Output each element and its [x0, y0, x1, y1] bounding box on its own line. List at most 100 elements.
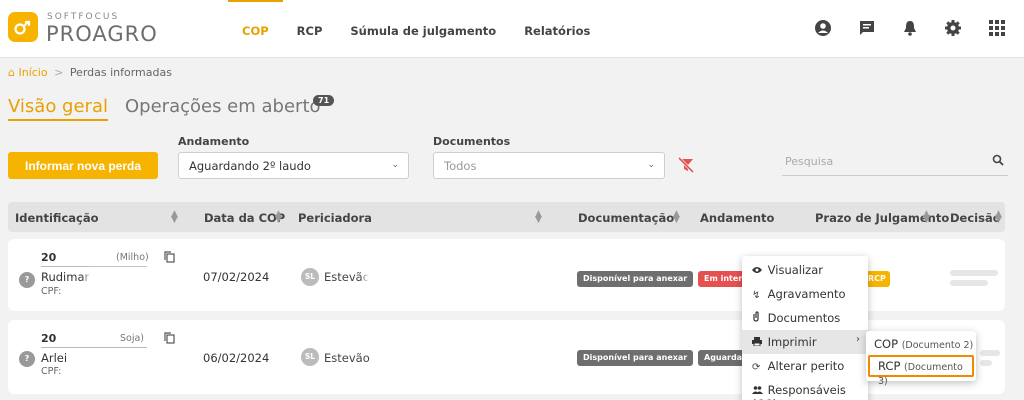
- top-bar: SOFTFOCUS PROAGRO COP RCP Súmula de julg…: [0, 0, 1024, 58]
- loading-placeholder: [950, 270, 998, 276]
- bell-icon[interactable]: [899, 17, 921, 39]
- row-producer-name: Rudimar: [41, 270, 90, 284]
- nav-cop[interactable]: COP: [228, 0, 283, 58]
- sort-icon[interactable]: ▲ ▼: [535, 210, 542, 225]
- gear-icon[interactable]: [942, 17, 964, 39]
- refresh-icon: ⟳: [752, 362, 761, 373]
- col-documentacao[interactable]: Documentação: [578, 211, 674, 225]
- status-filter-label: Andamento: [178, 135, 250, 148]
- breadcrumb-separator: >: [54, 66, 64, 79]
- tab-open-operations[interactable]: Operações em aberto: [125, 96, 321, 117]
- printer-icon: [752, 337, 764, 349]
- brand-logo[interactable]: [8, 12, 38, 42]
- open-operations-count-badge: 71: [313, 95, 335, 106]
- lightning-icon: ↯: [752, 290, 761, 301]
- menu-item-label: Visualizar: [767, 263, 823, 277]
- col-identificacao[interactable]: Identificação: [15, 211, 99, 225]
- menu-item-responsaveis[interactable]: Responsáveis (CC): [742, 378, 868, 400]
- brand-product: PROAGRO: [46, 22, 158, 46]
- search-field[interactable]: Pesquisa: [782, 152, 1008, 176]
- row-producer-name: Arlei: [41, 351, 68, 365]
- copy-icon[interactable]: [164, 332, 175, 347]
- row-perito: Estevão: [324, 270, 370, 284]
- submenu-item-rcp[interactable]: RCP (Documento 3): [868, 355, 974, 387]
- row-id: 20: [41, 332, 57, 345]
- user-circle-icon[interactable]: [812, 17, 834, 39]
- row-perito: Estevão: [324, 351, 370, 365]
- tab-overview[interactable]: Visão geral: [8, 96, 108, 121]
- row-crop-tag: (Milho): [116, 252, 149, 263]
- sort-icon[interactable]: ▲ ▼: [923, 210, 930, 225]
- divider: [41, 266, 147, 267]
- logo-icon: [14, 20, 31, 35]
- apps-grid-icon[interactable]: [986, 17, 1008, 39]
- submenu-item-label: COP: [874, 337, 899, 351]
- nav-relatorios[interactable]: Relatórios: [510, 0, 604, 58]
- row-cpf-label: CPF:: [41, 286, 62, 297]
- avatar: SL: [301, 268, 319, 286]
- row-cpf-label: CPF:: [41, 366, 62, 377]
- redacted: [368, 273, 426, 283]
- menu-item-label: Agravamento: [767, 287, 846, 301]
- menu-item-alterar-perito[interactable]: ⟳ Alterar perito: [742, 354, 868, 378]
- menu-item-visualizar[interactable]: Visualizar: [742, 258, 868, 282]
- chevron-right-icon: ›: [856, 334, 860, 345]
- menu-item-label: Responsáveis (CC): [752, 383, 846, 400]
- submenu-item-cop[interactable]: COP (Documento 2): [866, 337, 976, 351]
- col-data-cop[interactable]: Data da COP: [204, 211, 285, 225]
- breadcrumb: ⌂ Início > Perdas informadas: [8, 66, 172, 79]
- paperclip-icon: [752, 311, 764, 325]
- sort-icon[interactable]: ▲ ▼: [275, 210, 282, 225]
- docs-filter-label: Documentos: [433, 135, 511, 148]
- chat-icon[interactable]: [856, 17, 878, 39]
- row-context-menu: Visualizar ↯ Agravamento Documentos Impr…: [742, 256, 868, 400]
- col-decisao[interactable]: Decisão: [950, 211, 1001, 225]
- clear-filter-icon[interactable]: [677, 156, 695, 177]
- doc-status-badge: Disponível para anexar: [577, 271, 694, 287]
- redacted: [90, 273, 154, 283]
- table-header: Identificação ▲ ▼ Data da COP ▲ ▼ Periciad…: [8, 202, 1005, 232]
- avatar: SL: [301, 348, 319, 366]
- breadcrumb-home[interactable]: Início: [18, 66, 47, 79]
- menu-item-agravamento[interactable]: ↯ Agravamento: [742, 282, 868, 306]
- loading-placeholder: [980, 350, 1000, 356]
- docs-filter-value: Todos: [444, 159, 477, 173]
- submenu-item-label: RCP: [878, 359, 901, 373]
- submenu-item-detail: (Documento 2): [901, 340, 974, 351]
- loading-placeholder: [980, 360, 992, 366]
- menu-item-documentos[interactable]: Documentos: [742, 306, 868, 330]
- copy-icon[interactable]: [164, 251, 175, 266]
- brand-company: SOFTFOCUS: [47, 12, 120, 22]
- menu-item-imprimir[interactable]: Imprimir ›: [742, 330, 868, 354]
- chevron-down-icon: ⌄: [391, 160, 399, 170]
- print-submenu: COP (Documento 2) RCP (Documento 3): [866, 331, 976, 387]
- redacted: [78, 288, 134, 298]
- row-date: 06/02/2024: [203, 351, 270, 365]
- sort-icon[interactable]: ▲ ▼: [995, 210, 1002, 225]
- status-badge: Aguardan: [698, 350, 746, 366]
- row-id: 20: [41, 251, 57, 264]
- eye-icon: [752, 266, 764, 277]
- home-icon[interactable]: ⌂: [8, 66, 15, 79]
- deadline-badge: RCP: [866, 271, 890, 287]
- new-loss-button[interactable]: Informar nova perda: [8, 152, 158, 179]
- doc-status-badge: Disponível para anexar: [577, 350, 694, 366]
- people-icon: [752, 386, 764, 397]
- nav-rcp[interactable]: RCP: [283, 0, 337, 58]
- sort-icon[interactable]: ▲ ▼: [673, 210, 680, 225]
- status-filter-select[interactable]: Aguardando 2º laudo ⌄: [178, 152, 409, 179]
- col-periciadora[interactable]: Periciadora: [298, 211, 372, 225]
- col-andamento[interactable]: Andamento: [700, 211, 774, 225]
- divider: [41, 347, 147, 348]
- search-icon[interactable]: [992, 154, 1004, 169]
- chevron-down-icon: ⌄: [647, 160, 655, 170]
- sort-icon[interactable]: ▲ ▼: [171, 210, 178, 225]
- breadcrumb-current: Perdas informadas: [69, 66, 172, 79]
- avatar: ?: [19, 351, 35, 367]
- docs-filter-select[interactable]: Todos ⌄: [433, 152, 665, 179]
- row-crop-tag: Soja): [120, 333, 145, 344]
- avatar: ?: [19, 272, 35, 288]
- search-input[interactable]: Pesquisa: [785, 155, 833, 168]
- status-filter-value: Aguardando 2º laudo: [189, 159, 311, 173]
- nav-sumula[interactable]: Súmula de julgamento: [336, 0, 510, 58]
